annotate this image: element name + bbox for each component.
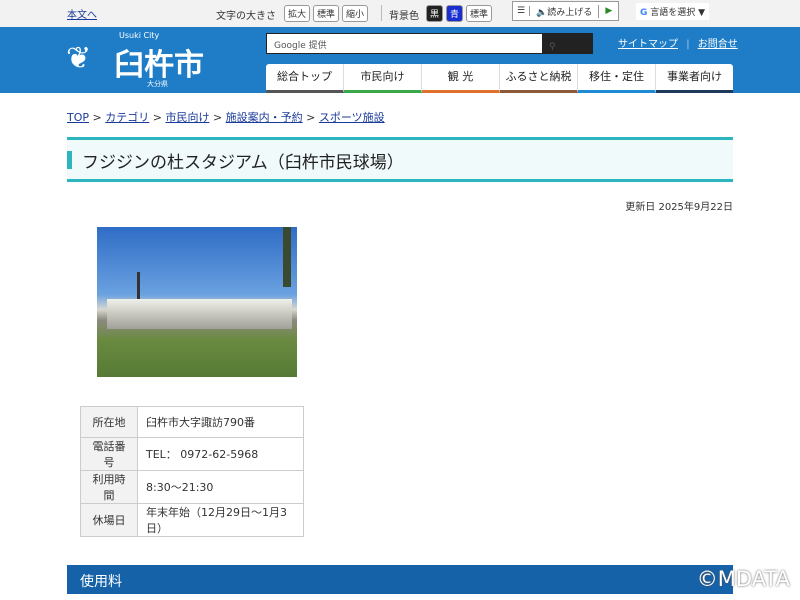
table-row: 休場日 年末年始（12月29日～1月3日） <box>80 503 304 537</box>
info-key: 所在地 <box>80 406 138 438</box>
info-key: 電話番号 <box>80 437 138 471</box>
language-select[interactable]: G 言語を選択 ▼ <box>636 3 710 20</box>
main-nav: 総合トップ 市民向け 観 光 ふるさと納税 移住・定住 事業者向け <box>266 64 733 93</box>
logo-mark-icon: ❦ <box>66 41 92 76</box>
stadium-photo <box>97 227 297 377</box>
contact-link[interactable]: お問合せ <box>698 39 738 50</box>
read-aloud-widget[interactable]: ☰ 🔈読み上げる ▶ <box>512 1 620 21</box>
info-value: TEL： 0972-62-5968 <box>137 437 304 471</box>
menu-icon[interactable]: ☰ <box>513 6 531 16</box>
bg-blue-button[interactable]: 青 <box>446 5 464 22</box>
table-row: 電話番号 TEL： 0972-62-5968 <box>80 437 304 471</box>
info-value: 8:30～21:30 <box>137 470 304 504</box>
search-placeholder: Google 提供 <box>274 41 327 51</box>
font-size-label: 文字の大きさ <box>216 11 276 22</box>
nav-furusato[interactable]: ふるさと納税 <box>500 64 578 93</box>
search-button[interactable]: ⚲ <box>542 34 592 53</box>
font-large-button[interactable]: 拡大 <box>284 5 311 22</box>
info-value: 年末年始（12月29日～1月3日） <box>137 503 304 537</box>
speaker-icon: 🔈 <box>536 7 548 18</box>
info-key: 休場日 <box>80 503 138 537</box>
font-small-button[interactable]: 縮小 <box>342 5 369 22</box>
sitemap-link[interactable]: サイトマップ <box>618 39 678 50</box>
search-input[interactable]: Google 提供 ⚲ <box>266 33 593 54</box>
watermark: ©MDATA <box>696 567 790 591</box>
site-header: ❦ Usuki City 臼杵市 大分県 Google 提供 ⚲ サイトマップ … <box>0 27 800 93</box>
nav-migration[interactable]: 移住・定住 <box>578 64 656 93</box>
divider <box>381 5 382 21</box>
read-aloud-button[interactable]: 🔈読み上げる <box>530 4 600 18</box>
breadcrumb-citizens[interactable]: 市民向け <box>165 111 209 124</box>
font-standard-button[interactable]: 標準 <box>313 5 340 22</box>
bg-standard-button[interactable]: 標準 <box>466 5 493 22</box>
facility-info-table: 所在地 臼杵市大字諏訪790番 電話番号 TEL： 0972-62-5968 利用時… <box>80 406 304 537</box>
table-row: 所在地 臼杵市大字諏訪790番 <box>80 406 304 438</box>
nav-citizens[interactable]: 市民向け <box>344 64 422 93</box>
nav-business[interactable]: 事業者向け <box>656 64 733 93</box>
breadcrumb-top[interactable]: TOP <box>67 111 89 124</box>
breadcrumb-category[interactable]: カテゴリ <box>105 111 149 124</box>
skip-link[interactable]: 本文へ <box>67 6 97 21</box>
language-label: 言語を選択 <box>650 8 696 18</box>
page-title: フジジンの杜スタジアム（臼杵市民球場） <box>82 153 404 173</box>
bg-color-label: 背景色 <box>389 11 419 22</box>
info-key: 利用時間 <box>80 470 138 504</box>
page-title-box: フジジンの杜スタジアム（臼杵市民球場） <box>67 137 733 182</box>
title-accent <box>67 151 72 169</box>
google-icon: G <box>640 8 648 18</box>
grandstand <box>107 299 292 329</box>
table-row: 利用時間 8:30～21:30 <box>80 470 304 504</box>
updated-date: 更新日 2025年9月22日 <box>625 202 733 213</box>
section-heading: 使用料 <box>67 565 733 594</box>
city-name-en: Usuki City <box>119 31 160 40</box>
prefecture-name: 大分県 <box>147 80 168 88</box>
scoreboard <box>283 227 291 287</box>
breadcrumb-sports[interactable]: スポーツ施設 <box>319 111 385 124</box>
bg-black-button[interactable]: 黒 <box>426 5 444 22</box>
breadcrumb-facilities[interactable]: 施設案内・予約 <box>226 111 303 124</box>
city-name: 臼杵市 <box>114 48 204 83</box>
utility-bar: 本文へ 文字の大きさ 拡大 標準 縮小 背景色 黒青標準 ☰ 🔈読み上げる ▶ G … <box>0 0 800 27</box>
nav-tourism[interactable]: 観 光 <box>422 64 500 93</box>
search-icon: ⚲ <box>549 42 556 52</box>
read-aloud-label: 読み上げる <box>547 7 593 18</box>
info-value: 臼杵市大字諏訪790番 <box>137 406 304 438</box>
play-icon[interactable]: ▶ <box>599 6 618 16</box>
breadcrumb: TOP > カテゴリ > 市民向け > 施設案内・予約 > スポーツ施設 <box>67 111 385 124</box>
nav-top[interactable]: 総合トップ <box>266 64 344 93</box>
